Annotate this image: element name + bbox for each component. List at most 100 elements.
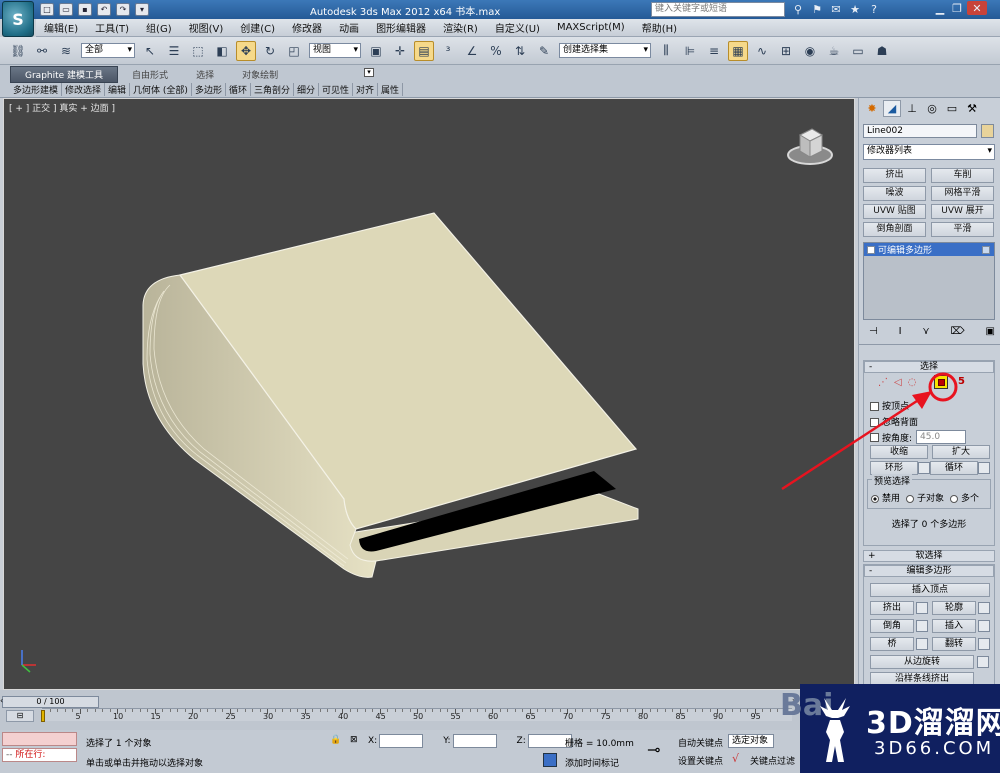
insert-vertex-button[interactable]: 插入顶点	[870, 583, 990, 597]
menu-item[interactable]: 动画	[339, 20, 359, 35]
spinner-snap-icon[interactable]: ⇅	[510, 41, 530, 61]
menu-item[interactable]: MAXScript(M)	[557, 22, 625, 33]
modifier-button[interactable]: UVW 展开	[931, 204, 994, 219]
settings-icon[interactable]	[916, 602, 928, 614]
slider-prev-icon[interactable]: ‹	[0, 696, 8, 708]
app-logo-button[interactable]: S	[2, 1, 34, 37]
set-key-icon[interactable]: ⊸	[647, 740, 660, 759]
open-file-icon[interactable]: ▭	[59, 3, 73, 16]
absolute-mode-icon[interactable]: ⊠	[350, 735, 358, 745]
mirror-icon[interactable]: ⫼	[656, 41, 676, 61]
ribbon-item[interactable]: 属性	[378, 82, 404, 96]
stack-toggle-icon[interactable]	[982, 245, 990, 254]
edit-polygon-button[interactable]: 翻转	[932, 637, 976, 651]
add-time-tag[interactable]: 添加时间标记	[565, 756, 619, 769]
key-filters-button[interactable]: 关键点过滤	[750, 754, 795, 767]
display-tab-icon[interactable]: ▭	[943, 100, 961, 117]
x-coordinate-field[interactable]	[379, 734, 424, 748]
search-input[interactable]: 键入关键字或短语	[651, 2, 785, 17]
select-object-icon[interactable]: ↖	[140, 41, 160, 61]
hierarchy-tab-icon[interactable]: ⊥	[903, 100, 921, 117]
set-key-button[interactable]: 设置关键点	[678, 754, 723, 767]
keyboard-shortcut-override-icon[interactable]: ▤	[414, 40, 434, 61]
search-icon[interactable]: ⚲	[791, 2, 805, 16]
percent-snap-icon[interactable]: %	[486, 41, 506, 61]
book-model[interactable]	[4, 99, 855, 690]
close-icon[interactable]: ✕	[967, 1, 987, 15]
snaps-toggle-icon[interactable]: ³	[438, 41, 458, 61]
object-color-swatch[interactable]	[981, 124, 994, 138]
graphite-toggle-icon[interactable]: ▦	[728, 40, 748, 61]
modifier-button[interactable]: 平滑	[931, 222, 994, 237]
modify-tab-icon[interactable]: ◢	[883, 100, 901, 117]
select-move-icon[interactable]: ✥	[236, 40, 256, 61]
bind-spacewarp-icon[interactable]: ≋	[56, 41, 76, 61]
ribbon-tab[interactable]: 选择	[182, 67, 228, 82]
settings-icon[interactable]	[978, 638, 990, 650]
menu-item[interactable]: 修改器	[292, 20, 322, 35]
new-file-icon[interactable]: □	[40, 3, 54, 16]
favorites-icon[interactable]: ★	[848, 2, 862, 16]
menu-item[interactable]: 编辑(E)	[44, 20, 78, 35]
maxscript-listener-top[interactable]	[2, 732, 77, 746]
align-icon[interactable]: ⊫	[680, 41, 700, 61]
undo-icon[interactable]: ↶	[97, 3, 111, 16]
menu-item[interactable]: 组(G)	[146, 20, 172, 35]
select-by-name-icon[interactable]: ☰	[164, 41, 184, 61]
render-setup-icon[interactable]: ☕	[824, 41, 844, 61]
key-tangent-icon[interactable]: √	[732, 752, 739, 765]
show-end-result-icon[interactable]: Ⅰ	[899, 326, 902, 337]
subscription-icon[interactable]: ⚑	[810, 2, 824, 16]
link-icon[interactable]: ⛓	[8, 41, 28, 61]
menu-item[interactable]: 帮助(H)	[642, 20, 677, 35]
layer-manager-icon[interactable]: ≡	[704, 41, 724, 61]
ribbon-item[interactable]: 细分	[294, 82, 319, 96]
modifier-button[interactable]: 挤出	[863, 168, 926, 183]
quick-access-dropdown-icon[interactable]: ▾	[135, 3, 149, 16]
track-bar-toggle-icon[interactable]: ⊟	[6, 710, 34, 722]
make-unique-icon[interactable]: ⋎	[922, 326, 929, 337]
schematic-view-icon[interactable]: ⊞	[776, 41, 796, 61]
ribbon-tab[interactable]: 自由形式	[118, 67, 182, 82]
ribbon-item[interactable]: 修改选择	[62, 82, 106, 96]
perspective-viewport[interactable]: [ + ] 正交 ] 真实 + 边面 ]	[3, 98, 855, 690]
ribbon-item[interactable]: 对齐	[353, 82, 379, 96]
track-bar[interactable]: 5 10 15 20 25 30 35 40 45 50 55 60 65 70 75 80 85 90 95	[42, 708, 792, 721]
redo-icon[interactable]: ↷	[116, 3, 130, 16]
reference-coordinate-dropdown[interactable]: 视图	[309, 43, 361, 58]
ribbon-options-icon[interactable]: ▾	[364, 68, 374, 77]
hinge-settings-icon[interactable]	[977, 656, 989, 668]
time-marker[interactable]	[41, 710, 45, 722]
edit-polygons-header[interactable]: - 编辑多边形	[864, 565, 994, 577]
select-scale-icon[interactable]: ◰	[284, 41, 304, 61]
ribbon-item[interactable]: 可见性	[319, 82, 354, 96]
window-crossing-icon[interactable]: ◧	[212, 41, 232, 61]
time-slider[interactable]: 0 / 100	[2, 696, 99, 708]
ribbon-tab[interactable]: Graphite 建模工具	[10, 65, 119, 83]
object-name-field[interactable]: Line002	[863, 124, 977, 138]
settings-icon[interactable]	[916, 620, 928, 632]
utilities-tab-icon[interactable]: ⚒	[963, 100, 981, 117]
rendered-frame-icon[interactable]: ▭	[848, 41, 868, 61]
soft-selection-rollout[interactable]: + 软选择	[863, 550, 995, 562]
menu-item[interactable]: 图形编辑器	[376, 20, 426, 35]
modifier-button[interactable]: UVW 贴图	[863, 204, 926, 219]
edit-polygon-button[interactable]: 挤出	[870, 601, 914, 615]
edit-named-selection-icon[interactable]: ✎	[534, 41, 554, 61]
edit-polygon-button[interactable]: 桥	[870, 637, 914, 651]
menu-item[interactable]: 工具(T)	[95, 20, 129, 35]
modifier-button[interactable]: 倒角剖面	[863, 222, 926, 237]
pivot-center-icon[interactable]: ▣	[366, 41, 386, 61]
stack-item-editable-poly[interactable]: 可编辑多边形	[864, 243, 994, 256]
create-tab-icon[interactable]: ✸	[863, 100, 881, 117]
loop-spinner-icon[interactable]	[978, 462, 990, 474]
ribbon-item[interactable]: 几何体 (全部)	[130, 82, 192, 96]
maxscript-mini-listener[interactable]: -- 所在行:	[2, 748, 77, 762]
remove-modifier-icon[interactable]: ⌦	[951, 326, 965, 337]
named-selection-set-dropdown[interactable]: 创建选择集	[559, 43, 651, 58]
auto-key-button[interactable]: 自动关键点	[678, 736, 723, 749]
settings-icon[interactable]	[978, 602, 990, 614]
ribbon-item[interactable]: 多边形	[192, 82, 226, 96]
edit-polygon-button[interactable]: 插入	[932, 619, 976, 633]
edit-polygon-button[interactable]: 轮廓	[932, 601, 976, 615]
